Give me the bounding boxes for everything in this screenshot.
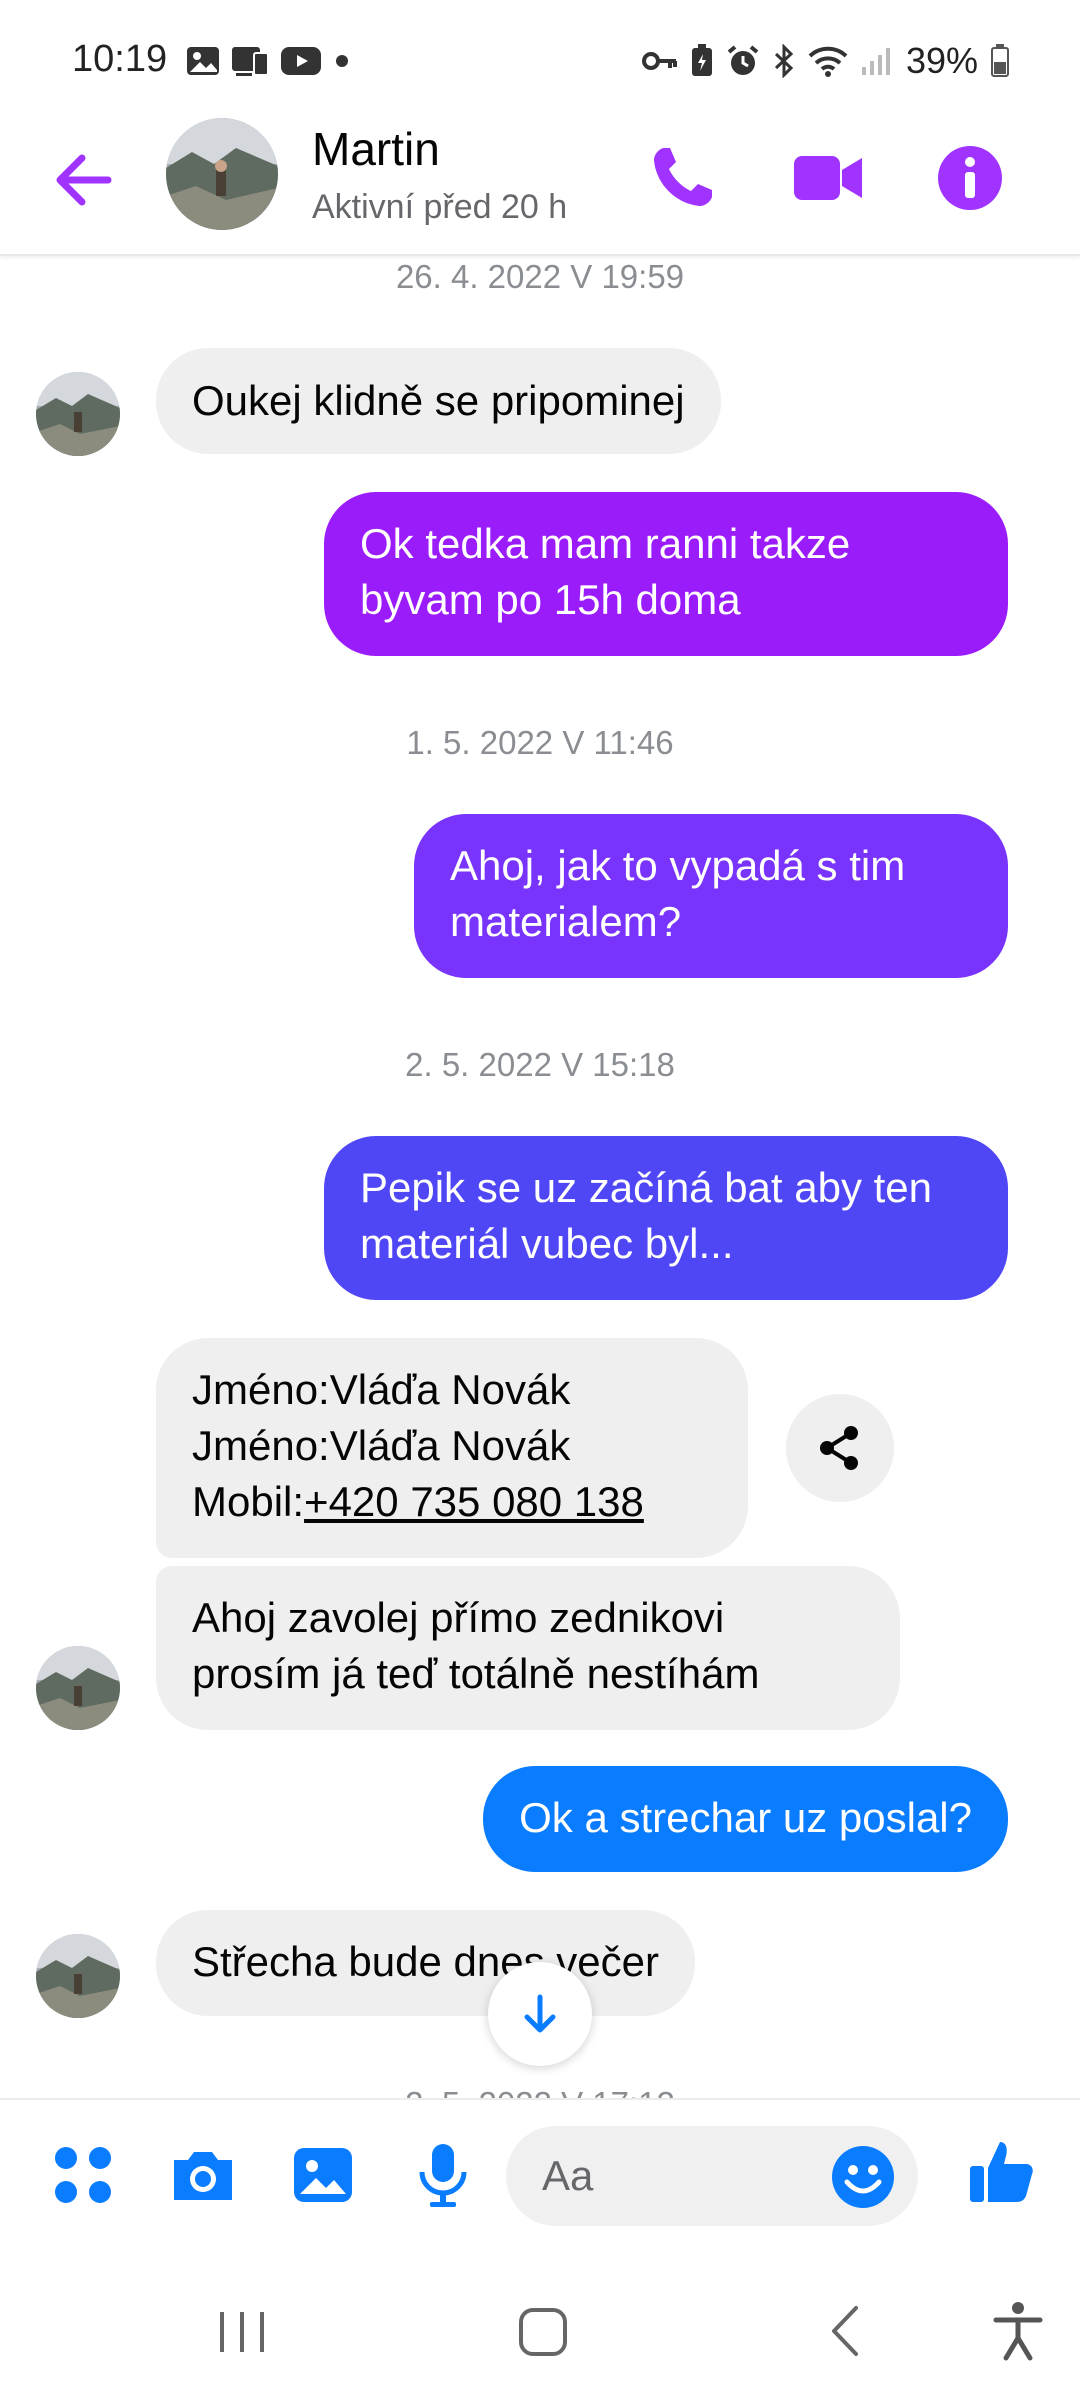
contact-active-status: Aktivní před 20 h <box>312 188 568 226</box>
avatar-photo <box>166 118 278 230</box>
signal-icon <box>861 48 890 75</box>
camera-icon[interactable] <box>168 2140 238 2210</box>
scroll-to-bottom-button[interactable] <box>488 1962 592 2066</box>
outgoing-message[interactable]: Pepik se uz začíná bat aby ten materiál … <box>324 1136 1008 1300</box>
contact-phone-line: Mobil:+420 735 080 138 <box>192 1474 712 1530</box>
timestamp: 2. 5. 2022 V 15:18 <box>405 1046 675 1083</box>
avatar-photo <box>36 372 120 456</box>
outgoing-message[interactable]: Ok tedka mam ranni takze byvam po 15h do… <box>324 492 1008 656</box>
key-icon <box>641 52 677 70</box>
incoming-contact-message[interactable]: Jméno:Vláďa Novák Jméno:Vláďa Novák Mobi… <box>156 1338 748 1558</box>
youtube-icon <box>281 47 321 75</box>
battery-icon <box>991 44 1009 77</box>
sender-avatar[interactable] <box>36 1646 120 1730</box>
home-icon[interactable] <box>503 2296 583 2366</box>
sender-avatar[interactable] <box>36 372 120 456</box>
wifi-icon <box>808 46 848 77</box>
battery-saver-icon <box>691 44 712 76</box>
chat-header: Martin Aktivní před 20 h <box>0 118 1080 256</box>
apps-menu-icon[interactable] <box>48 2140 118 2210</box>
contact-name[interactable]: Martin <box>312 122 440 176</box>
sender-avatar[interactable] <box>36 1934 120 2018</box>
video-call-icon[interactable] <box>790 140 866 216</box>
system-navigation-bar <box>0 2258 1080 2400</box>
incoming-message[interactable]: Oukej klidně se pripominej <box>156 348 721 454</box>
microphone-icon[interactable] <box>408 2140 478 2210</box>
outgoing-message[interactable]: Ahoj, jak to vypadá s tim materialem? <box>414 814 1008 978</box>
avatar-photo <box>36 1934 120 2018</box>
status-time: 10:19 <box>72 38 168 80</box>
timestamp: 26. 4. 2022 V 19:59 <box>395 258 685 295</box>
timestamp: 1. 5. 2022 V 11:46 <box>406 724 674 761</box>
info-icon[interactable] <box>932 140 1008 216</box>
dot-icon <box>336 55 348 67</box>
back-icon[interactable] <box>806 2296 886 2366</box>
timestamp: 2. 5. 2022 V 17:12 <box>0 2084 1080 2098</box>
thumbs-up-icon[interactable] <box>966 2136 1036 2206</box>
status-bar: 10:19 39% <box>0 0 1080 118</box>
screen-cast-icon <box>232 47 269 76</box>
gallery-icon <box>187 47 219 75</box>
alarm-icon <box>727 45 759 75</box>
notification-icons <box>186 44 352 78</box>
accessibility-icon[interactable] <box>978 2296 1058 2366</box>
arrow-down-icon <box>524 1994 556 2033</box>
message-composer <box>0 2098 1080 2258</box>
contact-name-line: Jméno:Vláďa Novák <box>192 1422 571 1469</box>
share-icon <box>820 1426 858 1470</box>
phone-label: Mobil: <box>192 1478 305 1525</box>
recent-apps-icon[interactable] <box>202 2296 282 2366</box>
avatar-photo <box>36 1646 120 1730</box>
gallery-icon[interactable] <box>288 2140 358 2210</box>
bluetooth-icon <box>774 44 794 78</box>
emoji-icon[interactable] <box>830 2144 896 2210</box>
share-button[interactable] <box>786 1394 894 1502</box>
back-arrow-icon[interactable] <box>48 144 120 216</box>
contact-avatar[interactable] <box>166 118 278 230</box>
system-icons: 39% <box>641 40 1010 82</box>
phone-call-icon[interactable] <box>644 140 720 216</box>
incoming-message[interactable]: Střecha bude dnes večer <box>156 1910 695 2016</box>
contact-name-line: Jméno:Vláďa Novák <box>192 1366 571 1413</box>
phone-number-link[interactable]: +420 735 080 138 <box>304 1478 644 1525</box>
incoming-message[interactable]: Ahoj zavolej přímo zednikovi prosím já t… <box>156 1566 900 1730</box>
battery-percent: 39% <box>905 40 978 81</box>
outgoing-message[interactable]: Ok a strechar uz poslal? <box>483 1766 1008 1872</box>
